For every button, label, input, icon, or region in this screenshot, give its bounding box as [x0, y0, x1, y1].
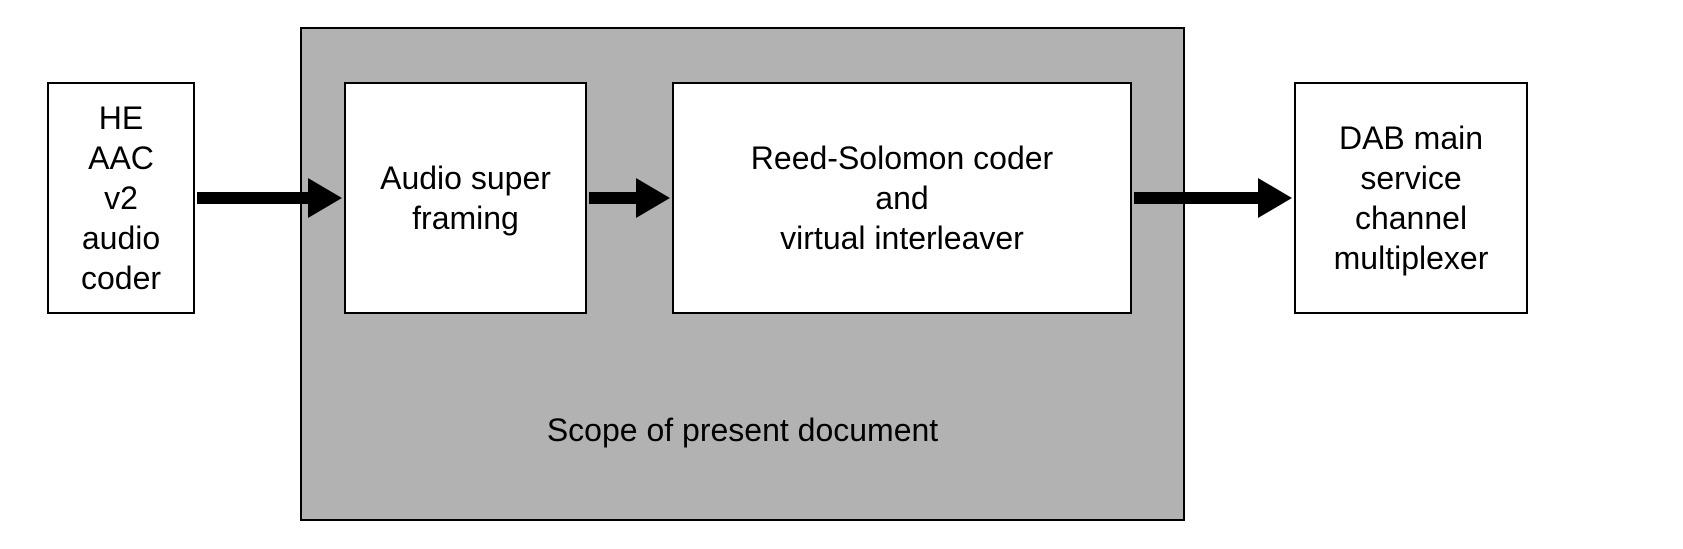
block-reed-solomon: Reed-Solomon coderandvirtual interleaver	[672, 82, 1132, 314]
block-dab-multiplexer: DAB mainservicechannelmultiplexer	[1294, 82, 1528, 314]
arrow-2	[589, 178, 670, 218]
diagram-canvas: Scope of present document HEAACv2audioco…	[0, 0, 1683, 549]
arrow-head-icon	[308, 178, 342, 218]
arrow-shaft	[589, 192, 636, 204]
arrow-3	[1134, 178, 1292, 218]
block-audio-super-framing: Audio superframing	[344, 82, 587, 314]
arrow-head-icon	[636, 178, 670, 218]
arrow-1	[197, 178, 342, 218]
arrow-head-icon	[1258, 178, 1292, 218]
scope-caption: Scope of present document	[302, 412, 1183, 449]
arrow-shaft	[197, 192, 308, 204]
block-he-aac-coder: HEAACv2audiocoder	[47, 82, 195, 314]
arrow-shaft	[1134, 192, 1258, 204]
